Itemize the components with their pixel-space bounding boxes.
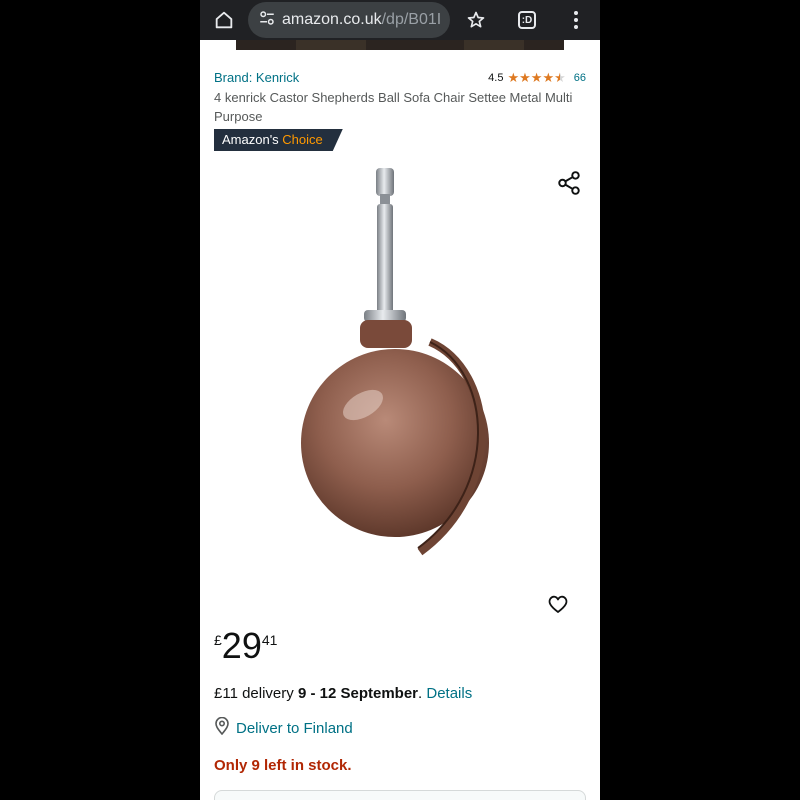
delivery-info: £11 delivery 9 - 12 September. Details <box>214 685 472 702</box>
star-half-icon: ★ <box>554 70 566 85</box>
location-pin-icon <box>214 716 230 740</box>
stock-status: Only 9 left in stock. <box>214 757 352 774</box>
star-full-icon: ★ <box>530 70 543 85</box>
star-full-icon: ★ <box>519 70 531 85</box>
url-host: amazon.co.uk <box>282 11 382 28</box>
star-icon[interactable] <box>462 6 490 34</box>
details-link[interactable]: Details <box>426 685 472 702</box>
price-fraction: 41 <box>261 632 278 648</box>
brand-link[interactable]: Brand: Kenrick <box>214 70 299 85</box>
badge-prefix: Amazon's <box>222 132 279 147</box>
url-path: /dp/B01I <box>381 11 442 28</box>
deliver-to-label: Deliver to Finland <box>236 720 353 737</box>
badge-highlight: Choice <box>282 132 323 147</box>
product-title: 4 kenrick Castor Shepherds Ball Sofa Cha… <box>214 90 573 124</box>
product-image[interactable] <box>280 160 520 560</box>
browser-toolbar: amazon.co.uk/dp/B01I :D <box>200 0 600 40</box>
more-vert-icon[interactable] <box>562 6 590 34</box>
delivery-prefix: £11 delivery <box>214 685 294 702</box>
rating-stars: ★ ★ ★ ★ ★ <box>507 71 565 84</box>
price-whole: 29 <box>221 625 262 666</box>
quantity-selector[interactable] <box>214 790 586 800</box>
deliver-to-location[interactable]: Deliver to Finland <box>214 716 353 740</box>
price: £ 29 41 <box>214 626 277 666</box>
tab-switcher-icon[interactable]: :D <box>513 6 541 34</box>
delivery-dates: 9 - 12 September <box>297 685 419 702</box>
share-icon[interactable] <box>556 170 582 196</box>
tab-count: :D <box>518 11 536 29</box>
address-bar[interactable]: amazon.co.uk/dp/B01I <box>248 2 450 38</box>
amazons-choice-badge: Amazon's Choice <box>214 129 343 151</box>
star-full-icon: ★ <box>542 70 555 85</box>
site-settings-icon[interactable] <box>258 9 276 32</box>
star-full-icon: ★ <box>507 70 520 85</box>
delivery-period: . <box>418 685 423 702</box>
heart-icon[interactable] <box>546 592 570 616</box>
previous-image-strip <box>236 40 564 50</box>
price-symbol: £ <box>214 632 222 648</box>
rating-score: 4.5 <box>488 71 504 84</box>
home-icon[interactable] <box>210 6 238 34</box>
review-count[interactable]: 66 <box>574 72 586 84</box>
phone-screen: amazon.co.uk/dp/B01I :D Brand: Kenrick 4… <box>200 0 600 800</box>
rating-summary[interactable]: 4.5 ★ ★ ★ ★ ★ 66 <box>488 71 586 84</box>
